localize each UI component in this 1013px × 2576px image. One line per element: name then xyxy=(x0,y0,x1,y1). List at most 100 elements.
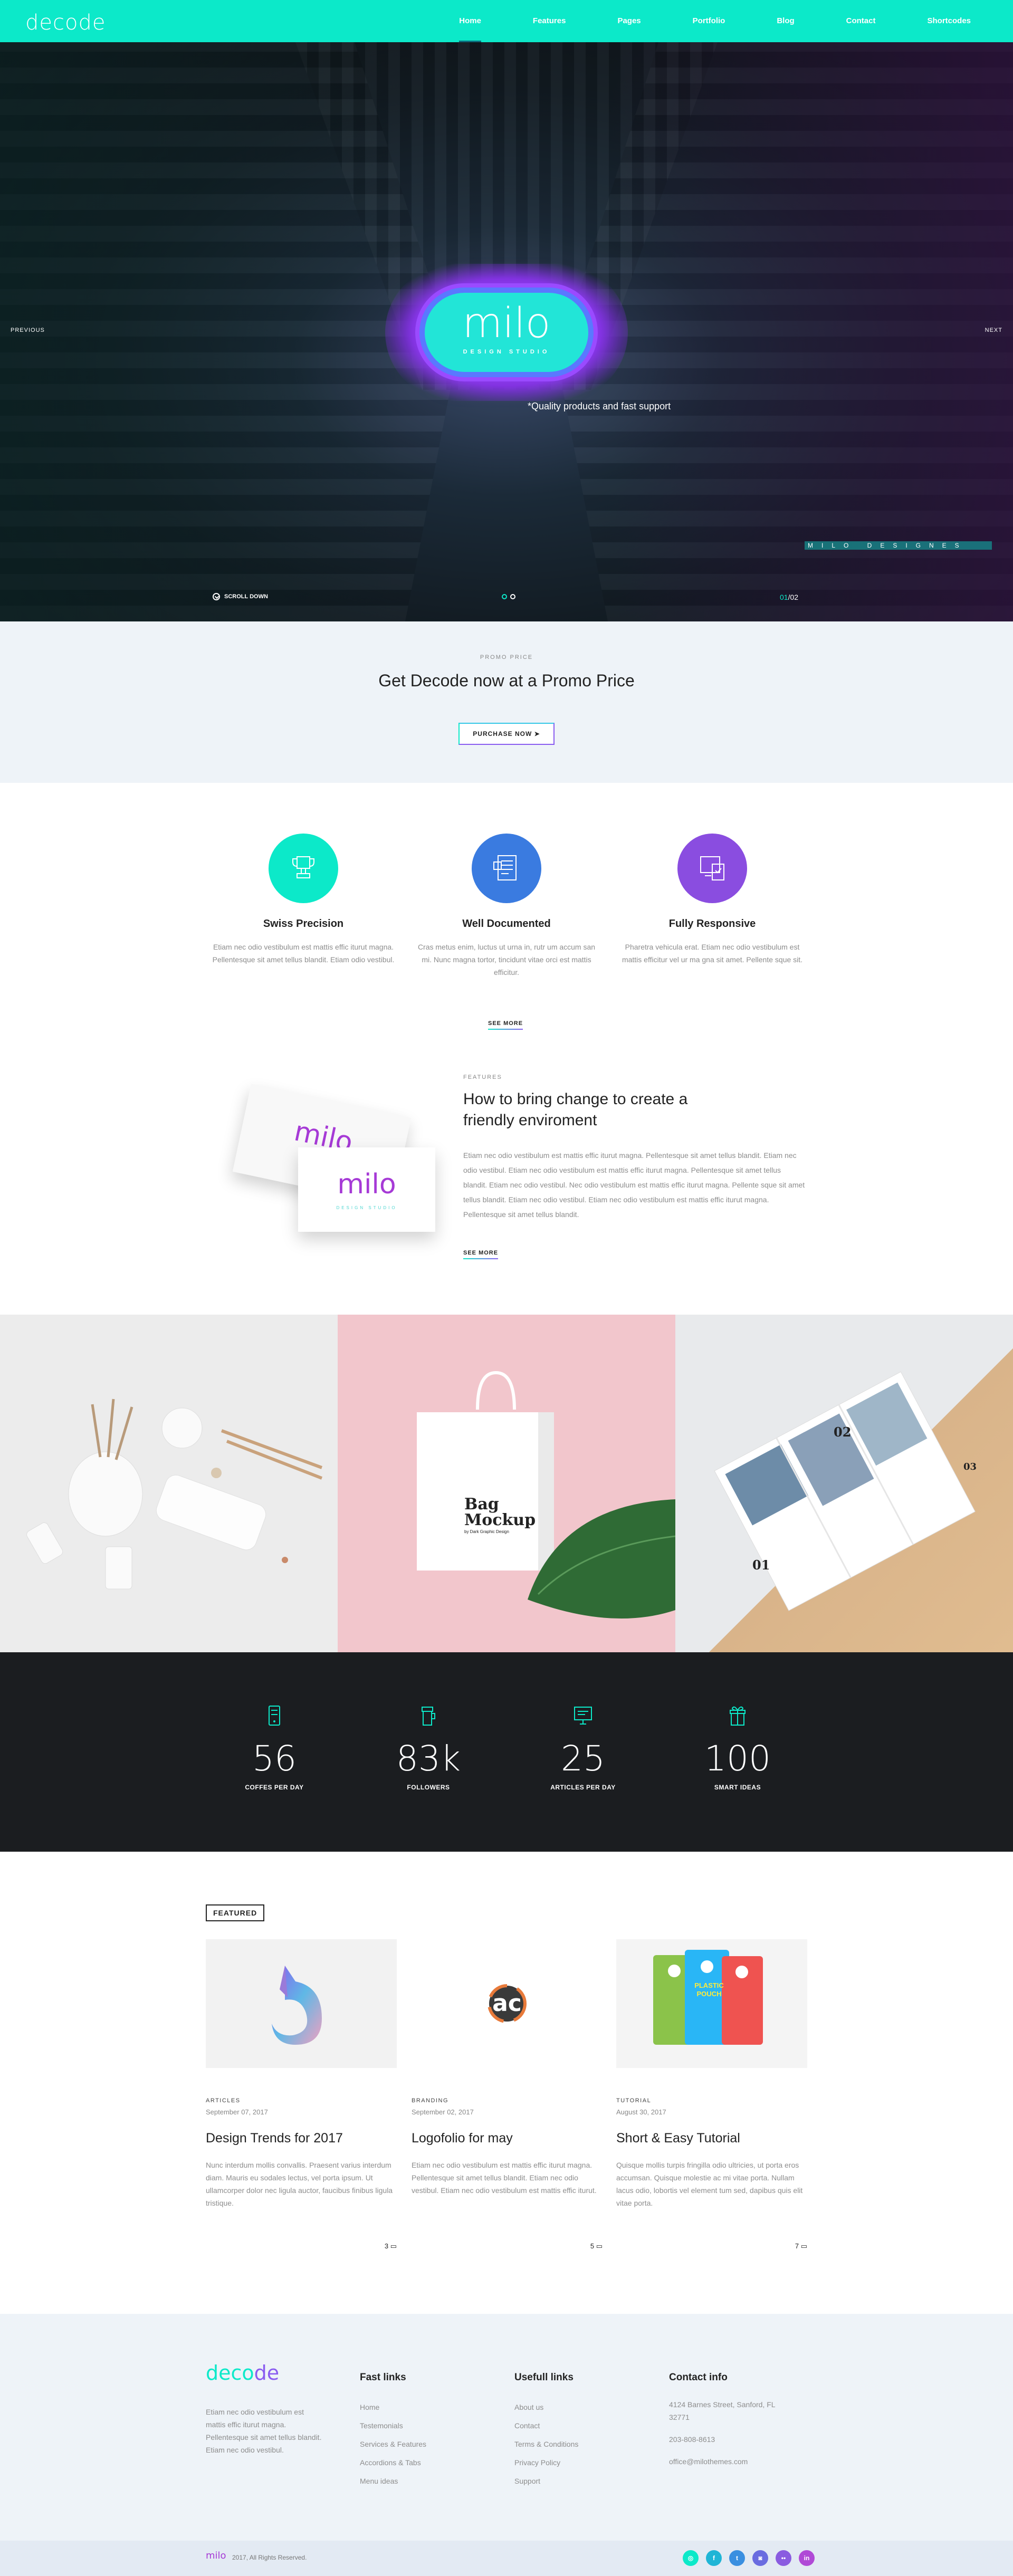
post-excerpt: Etiam nec odio vestibulum est mattis eff… xyxy=(412,2161,597,2195)
bottom-logo[interactable]: milo xyxy=(206,2550,226,2561)
promo-section: PROMO PRICE Get Decode now at a Promo Pr… xyxy=(0,621,1013,783)
footer-column-title: Usefull links xyxy=(514,2372,574,2383)
footer-link-terms[interactable]: Terms & Conditions xyxy=(514,2435,578,2454)
blog-post-logofolio[interactable]: ac BRANDING September 02, 2017 Logofolio… xyxy=(412,1939,603,2250)
footer-logo-part-b: de xyxy=(254,2361,280,2385)
social-links: ◎ f t ◙ •• in xyxy=(675,2550,815,2566)
feature-text: Etiam nec odio vestibulum est mattis eff… xyxy=(212,943,395,964)
nav-pages[interactable]: Pages xyxy=(617,0,641,42)
feature-fully-responsive: Fully Responsive Pharetra vehicula erat.… xyxy=(617,834,807,966)
post-comments[interactable]: 7 ▭ xyxy=(795,2242,807,2251)
feature-title: Fully Responsive xyxy=(668,918,756,930)
slider-dot-2[interactable] xyxy=(510,594,515,599)
post-comments[interactable]: 5 ▭ xyxy=(590,2242,603,2251)
linkedin-icon[interactable]: in xyxy=(799,2550,815,2566)
post-image[interactable]: PLASTIC POUCH xyxy=(616,1939,807,2068)
business-card-front: milo DESIGN STUDIO xyxy=(298,1147,435,1232)
twitter-icon[interactable]: t xyxy=(729,2550,745,2566)
slider-dot-1[interactable] xyxy=(502,594,507,599)
slider-next[interactable]: NEXT xyxy=(985,327,1002,333)
footer-link-home[interactable]: Home xyxy=(360,2398,426,2417)
hero-brand-sub: DESIGN STUDIO xyxy=(463,349,550,355)
send-icon: ➤ xyxy=(534,730,540,738)
nav-features[interactable]: Features xyxy=(533,0,566,42)
post-category[interactable]: ARTICLES xyxy=(206,2098,397,2104)
main-nav: Home Features Pages Portfolio Blog Conta… xyxy=(407,0,971,42)
trophy-icon xyxy=(269,834,338,903)
site-logo[interactable]: decode xyxy=(25,11,106,35)
bag-mockup-line1: Bag xyxy=(464,1495,499,1514)
feature-text: Cras metus enim, luctus ut urna in, rutr… xyxy=(417,943,596,976)
post-title[interactable]: Short & Easy Tutorial xyxy=(616,2131,807,2146)
nav-home[interactable]: Home xyxy=(459,0,481,42)
nav-blog[interactable]: Blog xyxy=(777,0,794,42)
stat-followers: 83k FOLLOWERS xyxy=(365,1704,492,1791)
stat-coffees: 56 COFFES PER DAY xyxy=(211,1704,338,1791)
footer-link-about[interactable]: About us xyxy=(514,2398,578,2417)
footer-phone[interactable]: 203-808-8613 xyxy=(669,2433,785,2446)
card-logo-sub: DESIGN STUDIO xyxy=(336,1205,397,1210)
pouch-label-line1: PLASTIC xyxy=(694,1981,724,1989)
features-see-more-link[interactable]: SEE MORE xyxy=(488,1020,523,1030)
comment-count: 7 xyxy=(795,2242,799,2250)
slide-current: 01 xyxy=(780,593,788,601)
post-comments[interactable]: 3 ▭ xyxy=(385,2242,397,2251)
phone-icon xyxy=(269,1706,280,1726)
slide-total: /02 xyxy=(788,593,799,601)
brochure-number-03: 03 xyxy=(963,1461,977,1472)
footer-link-testemonials[interactable]: Testemonials xyxy=(360,2417,426,2435)
footer-link-accordions[interactable]: Accordions & Tabs xyxy=(360,2454,426,2472)
post-image[interactable]: ac xyxy=(412,1939,603,2068)
slider-prev[interactable]: PREVIOUS xyxy=(11,327,45,333)
hero-designs-strip: MILO DESIGNES xyxy=(805,541,992,550)
post-date: August 30, 2017 xyxy=(616,2108,666,2116)
site-header: decode Home Features Pages Portfolio Blo… xyxy=(0,0,1013,42)
post-date: September 02, 2017 xyxy=(412,2108,474,2116)
footer-address: 4124 Barnes Street, Sanford, FL 32771 xyxy=(669,2400,776,2421)
feature-title: Well Documented xyxy=(462,918,551,930)
tripadvisor-icon[interactable]: ◎ xyxy=(683,2550,699,2566)
footer-email[interactable]: office@milothemes.com xyxy=(669,2455,785,2468)
facebook-icon[interactable]: f xyxy=(706,2550,722,2566)
footer-link-contact[interactable]: Contact xyxy=(514,2417,578,2435)
post-title[interactable]: Design Trends for 2017 xyxy=(206,2131,397,2146)
nav-contact[interactable]: Contact xyxy=(846,0,876,42)
instagram-icon[interactable]: ◙ xyxy=(752,2550,768,2566)
hero-brand: milo xyxy=(462,300,551,347)
post-category[interactable]: TUTORIAL xyxy=(616,2098,807,2104)
stat-articles: 25 ARTICLES PER DAY xyxy=(520,1704,646,1791)
blog-post-design-trends[interactable]: ARTICLES September 07, 2017 Design Trend… xyxy=(206,1939,397,2250)
gallery-brochure-image[interactable]: 01 02 03 xyxy=(675,1315,1013,1652)
feature-text: Pharetra vehicula erat. Etiam nec odio v… xyxy=(622,943,803,964)
footer-link-privacy[interactable]: Privacy Policy xyxy=(514,2454,578,2472)
pouch-label-line2: POUCH xyxy=(696,1990,722,1998)
scroll-down-button[interactable]: SCROLL DOWN xyxy=(213,593,268,600)
footer-link-services[interactable]: Services & Features xyxy=(360,2435,426,2454)
footer-logo[interactable]: decode xyxy=(206,2361,279,2385)
post-image[interactable] xyxy=(206,1939,397,2068)
gallery-bag-mockup-image[interactable]: Bag Mockup by Dark Graphic Design xyxy=(338,1315,675,1652)
footer-logo-part-a: deco xyxy=(206,2361,254,2385)
card-logo-front: milo xyxy=(337,1169,396,1200)
nav-portfolio[interactable]: Portfolio xyxy=(693,0,725,42)
nav-shortcodes[interactable]: Shortcodes xyxy=(927,0,971,42)
comment-count: 5 xyxy=(590,2242,595,2250)
footer-link-menu-ideas[interactable]: Menu ideas xyxy=(360,2472,426,2491)
monitor-icon xyxy=(574,1707,592,1725)
purchase-now-button[interactable]: PURCHASE NOW ➤ xyxy=(458,723,555,745)
post-date: September 07, 2017 xyxy=(206,2108,268,2116)
gallery-cosmetics-image[interactable] xyxy=(0,1315,338,1652)
featured-tag: FEATURED xyxy=(206,1904,265,1921)
blog-post-tutorial[interactable]: PLASTIC POUCH TUTORIAL August 30, 2017 S… xyxy=(616,1939,807,2250)
comment-icon: ▭ xyxy=(800,2242,807,2250)
post-title[interactable]: Logofolio for may xyxy=(412,2131,603,2146)
footer-link-support[interactable]: Support xyxy=(514,2472,578,2491)
feature-title: Swiss Precision xyxy=(263,918,344,930)
flickr-icon[interactable]: •• xyxy=(776,2550,791,2566)
post-category[interactable]: BRANDING xyxy=(412,2098,603,2104)
site-footer xyxy=(0,2314,1013,2541)
stat-label: COFFES PER DAY xyxy=(245,1784,304,1791)
about-see-more-link[interactable]: SEE MORE xyxy=(463,1250,499,1259)
slider-dots xyxy=(500,594,517,599)
footer-useful-links: Usefull links About us Contact Terms & C… xyxy=(514,2372,578,2491)
